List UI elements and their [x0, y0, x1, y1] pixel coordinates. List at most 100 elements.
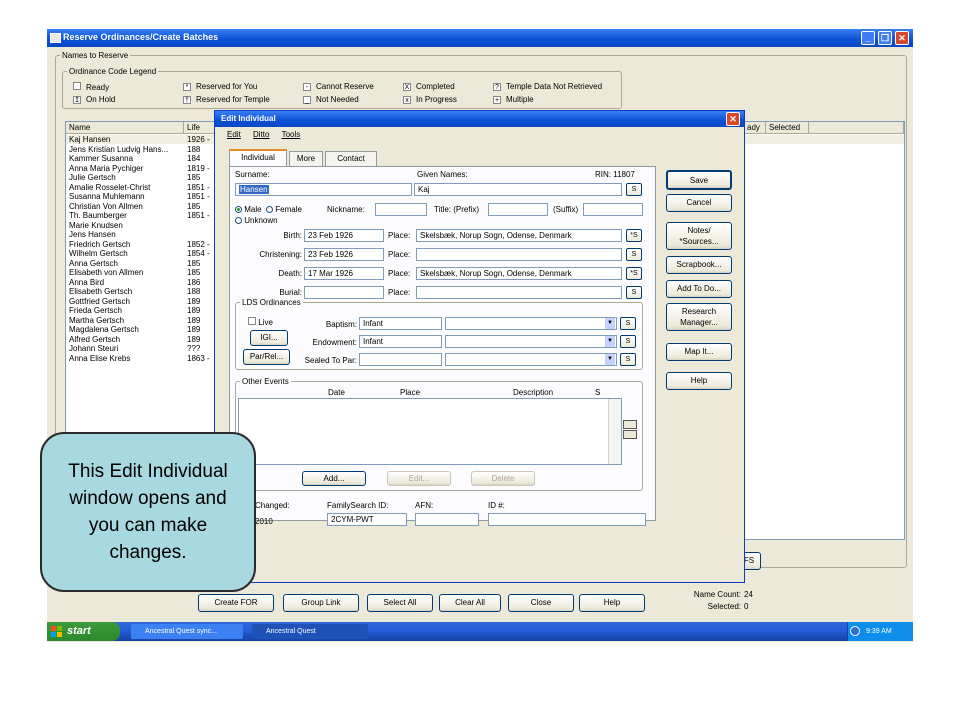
- tab-more[interactable]: More: [289, 151, 323, 166]
- delete-event-button[interactable]: Delete: [471, 471, 535, 486]
- legend-title: Ordinance Code Legend: [69, 67, 157, 76]
- start-label: start: [67, 625, 91, 637]
- surname-source-button[interactable]: S: [626, 183, 642, 196]
- tab-contact[interactable]: Contact: [325, 151, 377, 166]
- unknown-radio[interactable]: [235, 217, 242, 225]
- add-event-button[interactable]: Add...: [302, 471, 366, 486]
- female-label: Female: [275, 205, 302, 214]
- baptism-date-input[interactable]: Infant: [359, 317, 442, 330]
- dialog-button-scrapbook[interactable]: Scrapbook...: [666, 256, 732, 274]
- suffix-input[interactable]: [583, 203, 643, 216]
- endowment-temple-select[interactable]: ▼: [445, 335, 617, 348]
- dialog-button-cancel[interactable]: Cancel: [666, 194, 732, 212]
- col-header-selected[interactable]: Selected: [766, 122, 809, 134]
- sealed-temple-select[interactable]: ▼: [445, 353, 617, 366]
- legend-label: Ready: [86, 83, 110, 92]
- endowment-label: Endowment:: [312, 338, 357, 347]
- endowment-date-input[interactable]: Infant: [359, 335, 442, 348]
- legend-code: -: [303, 83, 311, 91]
- event-source-button[interactable]: *S: [626, 229, 642, 242]
- event-source-button[interactable]: *S: [626, 267, 642, 280]
- tray-chevron-icon[interactable]: [850, 626, 860, 636]
- dialog-close-icon[interactable]: ✕: [726, 112, 740, 126]
- sealed-date-input[interactable]: [359, 353, 442, 366]
- afn-input[interactable]: [415, 513, 479, 526]
- bottom-button-group-link[interactable]: Group Link: [283, 594, 359, 612]
- cell-name: Martha Gertsch: [69, 315, 125, 325]
- menu-ditto[interactable]: Ditto: [253, 130, 269, 139]
- taskbar-item-sync[interactable]: Ancestral Quest sync...: [131, 624, 243, 639]
- sex-radio-group: Male Female: [235, 205, 302, 214]
- female-radio[interactable]: [266, 206, 274, 214]
- bottom-button-help[interactable]: Help: [579, 594, 645, 612]
- event-date-input[interactable]: 23 Feb 1926: [304, 248, 384, 261]
- bottom-button-create-for[interactable]: Create FOR: [198, 594, 274, 612]
- event-place-input[interactable]: Skelsbæk, Norup Sogn, Odense, Denmark: [416, 229, 622, 242]
- event-place-input[interactable]: [416, 248, 622, 261]
- place-label: Place:: [388, 231, 411, 240]
- col-header-ready[interactable]: ady: [744, 122, 766, 134]
- sealed-source-button[interactable]: S: [620, 353, 636, 366]
- baptism-temple-select[interactable]: ▼: [445, 317, 617, 330]
- dialog-button-research-manager[interactable]: Research Manager...: [666, 303, 732, 331]
- bottom-button-select-all[interactable]: Select All: [367, 594, 433, 612]
- event-source-button[interactable]: S: [626, 248, 642, 261]
- dialog-button-save[interactable]: Save: [666, 170, 732, 190]
- other-events-list[interactable]: [238, 398, 622, 465]
- sealed-to-parents-label: Sealed To Par:: [304, 356, 357, 365]
- place-label: Place:: [388, 269, 411, 278]
- surname-value: Hansen: [239, 185, 269, 194]
- nickname-input[interactable]: [375, 203, 427, 216]
- selected-value: 0: [744, 602, 749, 611]
- legend-code: ↥: [73, 96, 81, 104]
- dialog-button-help[interactable]: Help: [666, 372, 732, 390]
- cell-name: Alfred Gertsch: [69, 334, 121, 344]
- bottom-button-clear-all[interactable]: Clear All: [439, 594, 501, 612]
- minimize-icon[interactable]: _: [861, 31, 875, 45]
- given-names-input[interactable]: Kaj: [414, 183, 622, 196]
- changed-value: 2010: [255, 517, 273, 526]
- dialog-button-map-it[interactable]: Map It...: [666, 343, 732, 361]
- title-prefix-label: Title: (Prefix): [434, 205, 480, 214]
- bottom-button-close[interactable]: Close: [508, 594, 574, 612]
- legend-item: x In Progress: [403, 95, 457, 104]
- move-down-icon[interactable]: [623, 430, 637, 439]
- event-place-input[interactable]: Skelsbæk, Norup Sogn, Odense, Denmark: [416, 267, 622, 280]
- legend-item: ↥ On Hold: [73, 95, 115, 104]
- tab-individual[interactable]: Individual: [229, 149, 287, 166]
- id-number-input[interactable]: [488, 513, 646, 526]
- igi-button[interactable]: IGI...: [250, 330, 288, 346]
- familysearch-id-value[interactable]: 2CYM-PWT: [327, 513, 407, 526]
- event-date-input[interactable]: 23 Feb 1926: [304, 229, 384, 242]
- legend-item: _ Not Needed: [303, 95, 359, 104]
- menu-edit[interactable]: Edit: [227, 130, 241, 139]
- menu-tools[interactable]: Tools: [282, 130, 301, 139]
- event-date-input[interactable]: 17 Mar 1926: [304, 267, 384, 280]
- legend-label: Not Needed: [316, 95, 359, 104]
- cell-name: Th. Baumberger: [69, 211, 127, 220]
- col-s: S: [595, 388, 601, 397]
- dialog-button-notes-sources[interactable]: Notes/ *Sources...: [666, 222, 732, 250]
- edit-event-button[interactable]: Edit...: [387, 471, 451, 486]
- dialog-button-add-to-do[interactable]: Add To Do...: [666, 280, 732, 298]
- col-header-name[interactable]: Name: [66, 122, 184, 134]
- legend-code: _: [303, 96, 311, 104]
- annotation-callout: This Edit Individual window opens and yo…: [40, 432, 256, 592]
- legend-label: Reserved for Temple: [196, 95, 270, 104]
- taskbar-item-ancestral-quest[interactable]: Ancestral Quest: [252, 624, 368, 639]
- male-radio[interactable]: [235, 206, 242, 214]
- maximize-icon[interactable]: ❐: [878, 31, 892, 45]
- live-checkbox[interactable]: [248, 317, 256, 325]
- par-rel-button[interactable]: Par/Rel...: [243, 349, 290, 365]
- baptism-source-button[interactable]: S: [620, 317, 636, 330]
- surname-input[interactable]: Hansen: [235, 183, 412, 196]
- move-up-icon[interactable]: [623, 420, 637, 429]
- events-scrollbar[interactable]: [608, 399, 621, 464]
- live-checkbox-row: Live: [248, 317, 273, 327]
- title-prefix-input[interactable]: [488, 203, 548, 216]
- cell-name: Gottfried Gertsch: [69, 296, 130, 306]
- endowment-source-button[interactable]: S: [620, 335, 636, 348]
- event-label: Christening:: [259, 250, 302, 259]
- chevron-down-icon: ▼: [605, 354, 615, 365]
- close-icon[interactable]: ✕: [895, 31, 909, 45]
